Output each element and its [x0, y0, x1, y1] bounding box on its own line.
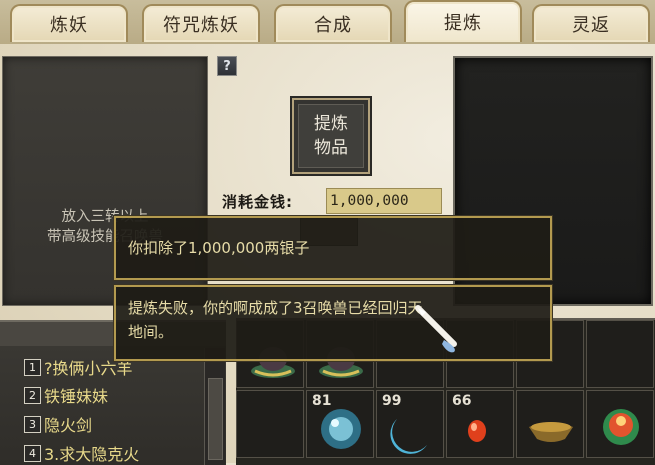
pet-index: 4 [24, 444, 41, 462]
tab-talisman-refine[interactable]: 符咒炼妖 [142, 4, 260, 42]
inventory-slot[interactable]: 99 [376, 390, 444, 458]
pet-index: 3 [24, 415, 41, 433]
refine-item-slot[interactable]: 提炼 物品 [290, 96, 372, 176]
cost-value: 1,000,000 [326, 188, 442, 214]
game-window: 炼妖 符咒炼妖 合成 提炼 灵返 放入三转以上 带高级技能召唤兽 ? 提炼 物品… [0, 0, 655, 465]
tab-synthesis[interactable]: 合成 [274, 4, 392, 42]
tab-extract[interactable]: 提炼 [404, 0, 522, 42]
inventory-slot[interactable] [236, 390, 304, 458]
flame-orb-icon [603, 409, 639, 445]
fail-message: 提炼失败，你的啊成成了3召唤兽已经回归天 地间。 [114, 285, 552, 361]
item-count: 99 [382, 393, 402, 409]
inventory-slot[interactable] [586, 320, 654, 388]
item-count: 66 [452, 393, 472, 409]
item-count: 81 [312, 393, 332, 409]
pet-index: 1 [24, 358, 41, 376]
tab-label: 符咒炼妖 [163, 15, 239, 36]
pet-list-item[interactable]: 3 隐火剑 [24, 413, 92, 435]
tab-refine-demon[interactable]: 炼妖 [10, 4, 128, 42]
pet-list-scrollbar[interactable] [204, 348, 225, 465]
pet-name: 3.求大隐克火 [44, 445, 140, 464]
fail-message-line: 提炼失败，你的啊成成了3召唤兽已经回归天 [128, 299, 423, 317]
help-button[interactable]: ? [217, 56, 237, 76]
pet-name: 隐火剑 [44, 416, 93, 435]
pet-list-item[interactable]: 2 铁锤妹妹 [24, 384, 108, 406]
pet-index: 2 [24, 386, 41, 404]
tab-label: 合成 [314, 15, 352, 36]
slot-label-line: 提炼 [314, 114, 348, 134]
deduct-message-text: 你扣除了1,000,000两银子 [128, 239, 310, 257]
bowl-item-icon [529, 422, 573, 442]
cost-label: 消耗金钱: [222, 193, 293, 211]
inventory-slot[interactable]: 81 [306, 390, 374, 458]
tab-label: 炼妖 [50, 15, 88, 36]
brush-cursor-icon [415, 305, 457, 353]
tab-label: 提炼 [444, 13, 482, 34]
refine-item-label: 提炼 物品 [298, 104, 364, 168]
inventory-slot[interactable] [586, 390, 654, 458]
pet-name: 铁锤妹妹 [44, 387, 109, 406]
tab-spirit-return[interactable]: 灵返 [532, 4, 650, 42]
slot-label-line: 物品 [314, 138, 348, 158]
deduct-message: 你扣除了1,000,000两银子 [114, 216, 552, 280]
inventory-slot[interactable] [516, 390, 584, 458]
tab-label: 灵返 [572, 15, 610, 36]
inventory-slot[interactable]: 66 [446, 390, 514, 458]
scrollbar-thumb[interactable] [208, 378, 223, 460]
fail-message-line: 地间。 [128, 323, 174, 341]
pet-list-item[interactable]: 4 3.求大隐克火 [24, 442, 139, 464]
